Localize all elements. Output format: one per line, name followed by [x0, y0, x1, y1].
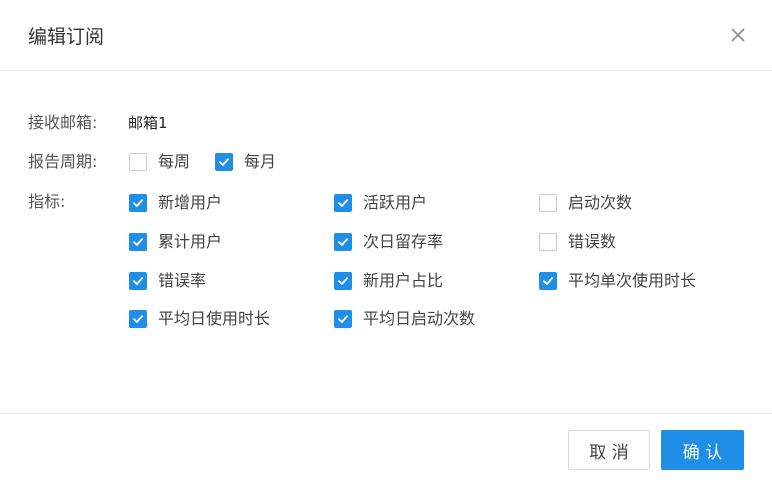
- checkbox-label: 平均日使用时长: [158, 309, 271, 328]
- checkbox-label: 平均日启动次数: [363, 309, 476, 328]
- metrics-label: 指标:: [28, 192, 66, 211]
- checkbox-box: [129, 272, 147, 290]
- checkbox-box: [334, 310, 352, 328]
- close-icon[interactable]: [728, 25, 748, 45]
- checkbox-label: 活跃用户: [363, 193, 428, 212]
- metric-avg-session-duration-checkbox[interactable]: 平均单次使用时长: [539, 269, 696, 293]
- check-icon: [133, 315, 143, 323]
- checkbox-box: [539, 272, 557, 290]
- checkbox-label: 每月: [244, 152, 277, 171]
- checkbox-label: 新用户占比: [363, 271, 444, 290]
- check-icon: [338, 315, 348, 323]
- check-icon: [338, 199, 348, 207]
- checkbox-box: [129, 233, 147, 251]
- checkbox-box: [129, 194, 147, 212]
- checkbox-box: [539, 194, 557, 212]
- confirm-button[interactable]: 确 认: [661, 430, 744, 470]
- period-weekly-checkbox[interactable]: 每周: [129, 150, 190, 174]
- email-label: 接收邮箱:: [28, 113, 98, 132]
- metric-new-user-ratio-checkbox[interactable]: 新用户占比: [334, 269, 443, 293]
- checkbox-label: 新增用户: [158, 193, 223, 212]
- period-label: 报告周期:: [28, 152, 98, 171]
- check-icon: [338, 277, 348, 285]
- metric-active-users-checkbox[interactable]: 活跃用户: [334, 191, 427, 215]
- checkbox-box: [129, 153, 147, 171]
- checkbox-box: [334, 194, 352, 212]
- check-icon: [219, 158, 229, 166]
- dialog-footer: [0, 413, 772, 486]
- checkbox-box: [334, 233, 352, 251]
- check-icon: [133, 277, 143, 285]
- metric-new-users-checkbox[interactable]: 新增用户: [129, 191, 222, 215]
- metric-total-users-checkbox[interactable]: 累计用户: [129, 230, 222, 254]
- metric-error-count-checkbox[interactable]: 错误数: [539, 230, 616, 254]
- checkbox-box: [129, 310, 147, 328]
- check-icon: [133, 238, 143, 246]
- checkbox-label: 每周: [158, 152, 191, 171]
- dialog-header: 编辑订阅: [0, 0, 772, 71]
- checkbox-box: [215, 153, 233, 171]
- metric-avg-daily-launches-checkbox[interactable]: 平均日启动次数: [334, 307, 475, 331]
- period-monthly-checkbox[interactable]: 每月: [215, 150, 276, 174]
- check-icon: [338, 238, 348, 246]
- checkbox-box: [539, 233, 557, 251]
- metric-launch-count-checkbox[interactable]: 启动次数: [539, 191, 632, 215]
- edit-subscription-dialog: 编辑订阅 接收邮箱: 邮箱1 报告周期: 每周 每月 指标: 新增用户 活跃用户: [0, 0, 772, 486]
- check-icon: [133, 199, 143, 207]
- email-value: 邮箱1: [128, 114, 168, 132]
- checkbox-label: 启动次数: [568, 193, 633, 212]
- checkbox-label: 错误数: [568, 232, 617, 251]
- checkbox-label: 平均单次使用时长: [568, 271, 697, 290]
- checkbox-label: 错误率: [158, 271, 207, 290]
- check-icon: [543, 277, 553, 285]
- metric-avg-daily-duration-checkbox[interactable]: 平均日使用时长: [129, 307, 270, 331]
- checkbox-box: [334, 272, 352, 290]
- cancel-button[interactable]: 取 消: [568, 430, 650, 470]
- dialog-title: 编辑订阅: [28, 26, 105, 48]
- checkbox-label: 累计用户: [158, 232, 223, 251]
- checkbox-label: 次日留存率: [363, 232, 444, 251]
- metric-error-rate-checkbox[interactable]: 错误率: [129, 269, 206, 293]
- metric-next-day-retention-checkbox[interactable]: 次日留存率: [334, 230, 443, 254]
